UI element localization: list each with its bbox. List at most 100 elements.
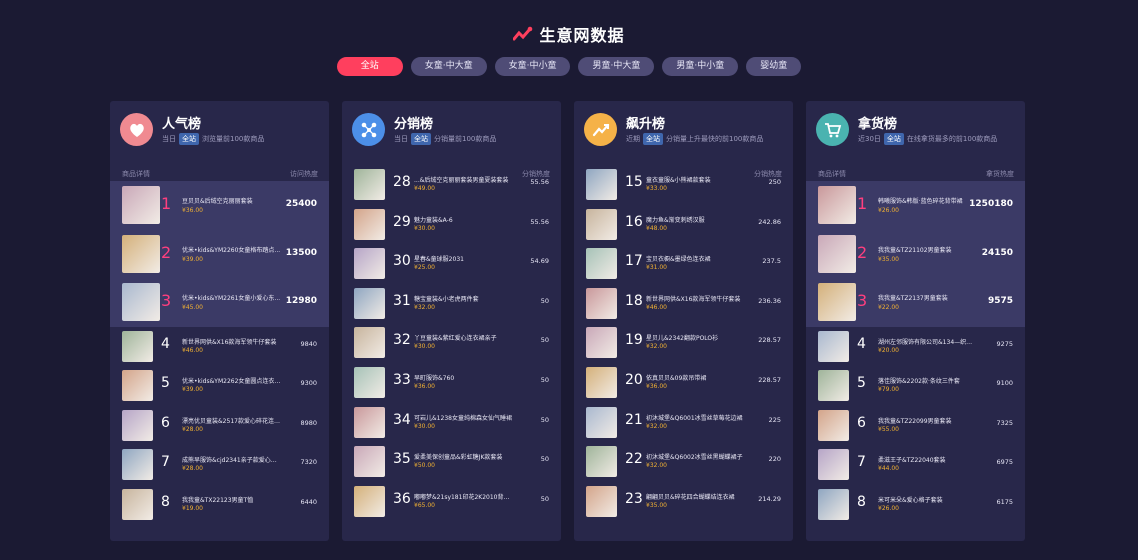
list-item[interactable]: 37贝儿宝贝&冰丝格子睡衣套装¥29.0050 (342, 521, 561, 525)
list-item[interactable]: 19 星贝儿&2342翻款POLO衫 ¥32.00 228.57 (574, 323, 793, 363)
product-name[interactable]: 可岩儿&1238女童纯棉森女仙气睡裙 (414, 413, 514, 422)
product-thumbnail[interactable] (354, 446, 385, 478)
list-item[interactable]: 3 我我童&TZ2137男童套装 ¥22.00 9575 (806, 278, 1025, 327)
list-item[interactable]: 32 丫豆童装&紫红爱心连衣裙亲子 ¥30.00 50 (342, 323, 561, 363)
list-item[interactable]: 28 ...&后绒空克丽丽套装男童夏装套装 ¥49.00 55.56 (342, 165, 561, 205)
product-name[interactable]: ...&后绒空克丽丽套装男童夏装套装 (414, 175, 514, 184)
ranking-list[interactable]: 28 ...&后绒空克丽丽套装男童夏装套装 ¥49.00 55.56 29 魅力童装&A-… (342, 165, 561, 525)
product-thumbnail[interactable] (818, 488, 849, 520)
list-item[interactable]: 6 我我童&TZ22099男童套装 ¥55.00 7325 (806, 406, 1025, 446)
list-item[interactable]: 2 我我童&TZ21102男童套装 ¥35.00 24150 (806, 229, 1025, 278)
product-name[interactable]: 早町服饰&760 (414, 373, 514, 382)
list-item[interactable]: 2 优米•kids&YM2260女童格布踏点... ¥39.00 13500 (110, 229, 329, 278)
list-item[interactable]: 20 依真贝贝&09款吊带裙 ¥36.00 228.57 (574, 363, 793, 403)
tab-1[interactable]: 女童·中大童 (410, 57, 487, 76)
product-name[interactable]: 初沐城堡&Q6002冰雪丝黑蝴蝶裙子 (646, 452, 746, 461)
list-item[interactable]: 34 可岩儿&1238女童纯棉森女仙气睡裙 ¥30.00 50 (342, 403, 561, 443)
ranking-list[interactable]: 1 豆贝贝&后绒空克丽丽套装 ¥36.00 25400 2 优米•kids&YM2260女… (110, 181, 329, 541)
list-item[interactable]: 16 魔力鱼&渐变刺绣汉服 ¥48.00 242.86 (574, 205, 793, 245)
list-item[interactable]: 1 韩曦服饰&韩版·蓝色碎花背带裙 ¥26.00 1250180 (806, 181, 1025, 230)
list-item[interactable]: 1 豆贝贝&后绒空克丽丽套装 ¥36.00 25400 (110, 181, 329, 230)
product-name[interactable]: 糖宝童装&小老虎两件套 (414, 294, 514, 303)
list-item[interactable]: 17 宝贝衣橱&墨绿色连衣裙 ¥31.00 237.5 (574, 244, 793, 284)
product-thumbnail[interactable] (586, 248, 617, 280)
product-thumbnail[interactable] (354, 287, 385, 319)
product-name[interactable]: 湖州左邻服饰有限公司&134—织带防蚊裤 (878, 337, 978, 346)
list-item[interactable]: 7 成熊早服饰&cjd2341亲子款爱心娃娃领POL...¥28.00 7320 (110, 445, 329, 485)
product-name[interactable]: 依真贝贝&09款吊带裙 (646, 373, 746, 382)
product-name[interactable]: 成熊早服饰&cjd2341亲子款爱心娃娃领POL... (182, 455, 282, 464)
product-thumbnail[interactable] (818, 370, 849, 402)
product-name[interactable]: 星春&童球服2031 (414, 254, 514, 263)
list-item[interactable]: 5 优米•kids&YM2262女童圆点连衣裙· ¥39.00 9300 (110, 366, 329, 406)
product-thumbnail[interactable] (586, 287, 617, 319)
product-name[interactable]: 爱柔美保创童品&彩虹糖JK款套装 (414, 452, 514, 461)
product-thumbnail[interactable] (818, 409, 849, 441)
product-name[interactable]: 魅力童装&A-6 (414, 215, 514, 224)
product-name[interactable]: 柔滋王子&TZ22040套装 (878, 455, 978, 464)
product-name[interactable]: 宝贝衣橱&墨绿色连衣裙 (646, 254, 746, 263)
product-thumbnail[interactable] (586, 446, 617, 478)
product-name[interactable]: 漂亮优贝童装&2517款爱心碎花连衣裙 (182, 416, 282, 425)
product-thumbnail[interactable] (122, 370, 153, 402)
product-name[interactable]: 我我童&TZ22099男童套装 (878, 416, 978, 425)
product-thumbnail[interactable] (818, 283, 856, 321)
product-thumbnail[interactable] (354, 485, 385, 517)
product-name[interactable]: 星贝儿&2342翻款POLO衫 (646, 333, 746, 342)
product-thumbnail[interactable] (586, 208, 617, 240)
list-item[interactable]: 35 爱柔美保创童品&彩虹糖JK款套装 ¥50.00 50 (342, 442, 561, 482)
product-thumbnail[interactable] (122, 449, 153, 481)
product-name[interactable]: 我我童&TX22123男童T恤 (182, 495, 282, 504)
product-name[interactable]: 我我童&TZ21102男童套装 (878, 245, 978, 254)
product-thumbnail[interactable] (122, 234, 160, 273)
product-thumbnail[interactable] (818, 234, 856, 273)
list-item[interactable]: 15 童衣童服&小熊裙款套装 ¥33.00 250 (574, 165, 793, 205)
product-thumbnail[interactable] (122, 488, 153, 520)
ranking-list[interactable]: 15 童衣童服&小熊裙款套装 ¥33.00 250 16 魔力鱼&渐变刺绣汉服 ¥48.00… (574, 165, 793, 525)
product-thumbnail[interactable] (586, 366, 617, 398)
list-item[interactable]: 36 嘟嘟梦&21sy181印花2K2010背带裤 ¥65.00 50 (342, 482, 561, 522)
tab-4[interactable]: 男童·中小童 (662, 57, 739, 76)
list-item[interactable]: 18 新世界网供&X16款海军领牛仔套装 ¥46.00 236.36 (574, 284, 793, 324)
list-item[interactable]: 22 初沐城堡&Q6002冰雪丝黑蝴蝶裙子 ¥32.00 220 (574, 442, 793, 482)
product-name[interactable]: 新世界网供&X16款海军领牛仔套装 (646, 294, 746, 303)
tab-0[interactable]: 全站 (336, 57, 403, 76)
list-item[interactable]: 7 柔滋王子&TZ22040套装 ¥44.00 6975 (806, 445, 1025, 485)
product-thumbnail[interactable] (354, 406, 385, 438)
list-item[interactable]: 33 早町服饰&760 ¥36.00 50 (342, 363, 561, 403)
product-thumbnail[interactable] (818, 330, 849, 362)
list-item[interactable]: 31 糖宝童装&小老虎两件套 ¥32.00 50 (342, 284, 561, 324)
product-thumbnail[interactable] (818, 449, 849, 481)
list-item[interactable]: 3 优米•kids&YM2261女童小爱心东... ¥45.00 12980 (110, 278, 329, 327)
product-thumbnail[interactable] (586, 169, 617, 200)
product-name[interactable]: 嘟嘟梦&21sy181印花2K2010背带裤 (414, 492, 514, 501)
product-thumbnail[interactable] (122, 283, 160, 321)
list-item[interactable]: 29 魅力童装&A-6 ¥30.00 55.56 (342, 205, 561, 245)
product-name[interactable]: 丫豆童装&紫红爱心连衣裙亲子 (414, 333, 514, 342)
list-item[interactable]: 4 湖州左邻服饰有限公司&134—织带防蚊裤¥20.00 9275 (806, 327, 1025, 367)
product-thumbnail[interactable] (586, 406, 617, 438)
list-item[interactable]: 6 漂亮优贝童装&2517款爱心碎花连衣裙 ¥28.00 8980 (110, 406, 329, 446)
product-thumbnail[interactable] (354, 208, 385, 240)
product-name[interactable]: 优米•kids&YM2261女童小爱心东... (182, 293, 282, 302)
product-thumbnail[interactable] (354, 366, 385, 398)
product-name[interactable]: 新世界网供&X16款海军领牛仔套装 (182, 337, 282, 346)
tab-3[interactable]: 男童·中大童 (578, 57, 655, 76)
product-thumbnail[interactable] (586, 327, 617, 359)
list-item[interactable]: 8 我我童&TX22123男童T恤 ¥19.00 6440 (110, 485, 329, 525)
product-thumbnail[interactable] (354, 248, 385, 280)
list-item[interactable]: 4 新世界网供&X16款海军领牛仔套装 ¥46.00 9840 (110, 327, 329, 367)
product-thumbnail[interactable] (586, 485, 617, 517)
product-name[interactable]: 韩曦服饰&韩版·蓝色碎花背带裙 (878, 196, 978, 205)
list-item[interactable]: 30 星春&童球服2031 ¥25.00 54.69 (342, 244, 561, 284)
ranking-list[interactable]: 1 韩曦服饰&韩版·蓝色碎花背带裙 ¥26.00 1250180 2 我我童&TZ2110… (806, 181, 1025, 541)
list-item[interactable]: 8 米可米朵&爱心格子套装 ¥26.00 6175 (806, 485, 1025, 525)
list-item[interactable]: 5 落佳服饰&2202款·条纹三件套 ¥79.00 9100 (806, 366, 1025, 406)
product-name[interactable]: 翩翩贝贝&碎花四合蝴蝶结连衣裙 (646, 492, 746, 501)
product-name[interactable]: 豆贝贝&后绒空克丽丽套装 (182, 196, 282, 205)
tab-2[interactable]: 女童·中小童 (494, 57, 571, 76)
product-name[interactable]: 我我童&TZ2137男童套装 (878, 293, 978, 302)
list-item[interactable]: 23 翩翩贝贝&碎花四合蝴蝶结连衣裙 ¥35.00 214.29 (574, 482, 793, 522)
product-name[interactable]: 米可米朵&爱心格子套装 (878, 495, 978, 504)
product-thumbnail[interactable] (354, 169, 385, 200)
